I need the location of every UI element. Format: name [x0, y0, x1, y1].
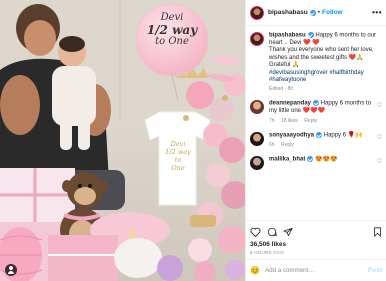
like-comment-heart-icon[interactable]: ♡ [377, 102, 382, 109]
caption-verified-icon [307, 32, 314, 38]
comment-body: Happy 6 🌹🙌 [323, 132, 363, 139]
caption-hashtags[interactable]: #devibasusinghgrover #halfbirthday #hafw… [269, 70, 364, 83]
caption: bipashabasu Happy 6 months to our heart … [250, 32, 382, 92]
comment-username[interactable]: sonyaaayodhya [269, 132, 314, 138]
onesie-line-1: Devi [170, 140, 186, 148]
share-paper-plane-icon[interactable] [283, 227, 293, 237]
reply-button[interactable]: Reply [281, 142, 294, 148]
comment-meta: 7h 18 likes Reply [269, 118, 374, 124]
emoji-picker-icon[interactable]: 😊 [250, 266, 260, 275]
author-username[interactable]: bipashabasu [268, 9, 308, 16]
comment-avatar[interactable] [250, 155, 264, 170]
more-options-icon[interactable]: ••• [372, 8, 382, 17]
like-heart-icon[interactable] [250, 227, 261, 237]
comment-time: 6h [269, 141, 275, 148]
like-comment-heart-icon[interactable]: ♡ [377, 134, 382, 141]
likes-count[interactable]: 36,506 likes [250, 241, 382, 248]
avatar[interactable] [250, 5, 264, 20]
post-side-panel: bipashabasu • Follow ••• bipashabasu Hap… [245, 0, 386, 281]
comment-text: sonyaaayodhya Happy 6 🌹🙌 [269, 131, 374, 140]
onesie-text: Devi 1/2 way to One [162, 140, 194, 172]
comments-scroll-area[interactable]: bipashabasu Happy 6 months to our heart … [246, 26, 386, 220]
comment-verified-icon [313, 100, 320, 107]
caption-avatar[interactable] [250, 32, 264, 46]
comment-item: sonyaaayodhya Happy 6 🌹🙌 6h Reply ♡ [250, 131, 382, 148]
balloon-line-3: to One [155, 36, 189, 47]
comment-meta: 6h Reply [269, 142, 374, 148]
save-bookmark-icon[interactable] [373, 227, 382, 237]
post-comment-button[interactable]: Post [368, 267, 382, 274]
comment-username[interactable]: deannepanday [269, 101, 311, 107]
comment-item: mallika_bhat 😍😍😍 ♡ [250, 155, 382, 170]
onesie-line-3: to [174, 156, 182, 164]
onesie-line-4: One [171, 164, 185, 172]
comment-bubble-icon[interactable] [267, 227, 277, 237]
photo-illustration [0, 0, 245, 281]
caption-username[interactable]: bipashabasu [269, 33, 306, 39]
comment-input[interactable] [264, 267, 368, 274]
like-comment-heart-icon[interactable]: ♡ [377, 158, 382, 165]
balloon-text: Devi 1/2 way to One [140, 12, 204, 48]
instagram-post-window: Devi 1/2 way to One Devi 1/2 way to One … [0, 0, 386, 281]
separator-dot: • [317, 9, 321, 16]
onesie-line-2: 1/2 way [165, 148, 191, 156]
comment-likes[interactable]: 18 likes [281, 118, 298, 124]
comment-text: mallika_bhat 😍😍😍 [269, 155, 374, 164]
comment-avatar[interactable] [250, 100, 264, 115]
follow-button[interactable]: Follow [322, 9, 343, 16]
verified-badge-icon [309, 9, 316, 16]
comment-body: 😍😍😍 [315, 156, 338, 163]
comment-text: deannepanday Happy 6 months to my little… [269, 100, 374, 115]
reply-button[interactable]: Reply [304, 118, 317, 124]
tagged-users-icon[interactable] [5, 264, 17, 276]
caption-text: bipashabasu Happy 6 months to our heart … [269, 32, 382, 84]
post-actions: 36,506 likes 8 HOURS AGO [246, 220, 386, 255]
post-timestamp: 8 HOURS AGO [250, 250, 284, 255]
comment-avatar[interactable] [250, 131, 264, 146]
balloon-line-2: 1/2 way [146, 23, 198, 37]
caption-line-2: Thank you everyone who sent her love, wi… [269, 47, 374, 61]
comment-username[interactable]: mallika_bhat [269, 156, 305, 162]
comment-verified-icon [307, 155, 314, 162]
comment-verified-icon [316, 131, 323, 138]
post-header: bipashabasu • Follow ••• [246, 0, 386, 26]
action-icons-row [250, 226, 382, 238]
comment-time: 7h [269, 117, 275, 124]
post-photo[interactable]: Devi 1/2 way to One Devi 1/2 way to One [0, 0, 245, 281]
caption-line-3: Grateful 🙏 [269, 62, 300, 69]
caption-meta: Edited · 8h [269, 86, 294, 93]
comment-item: deannepanday Happy 6 months to my little… [250, 100, 382, 124]
comment-composer: 😊 Post [246, 259, 386, 281]
